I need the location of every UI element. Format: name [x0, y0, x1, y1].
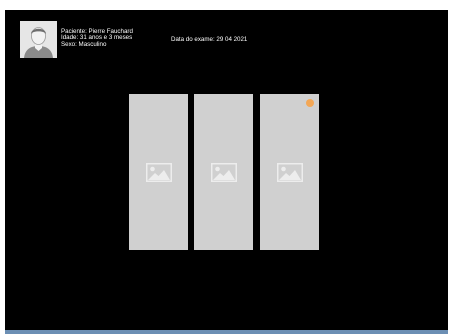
status-badge [306, 99, 314, 107]
image-placeholder-icon [277, 163, 303, 182]
image-thumbnail-2[interactable] [194, 94, 253, 250]
viewer-panel: Paciente: Pierre Fauchard Idade: 31 anos… [5, 10, 448, 332]
bottom-bar [5, 330, 448, 334]
image-thumbnail-3[interactable] [260, 94, 319, 250]
image-placeholder-icon [146, 163, 172, 182]
exam-date: Data do exame: 29 04 2021 [171, 36, 248, 43]
patient-sex: Sexo: Masculino [61, 40, 107, 48]
image-thumbnail-1[interactable] [129, 94, 188, 250]
patient-info: Paciente: Pierre Fauchard Idade: 31 anos… [61, 28, 133, 48]
patient-avatar-icon [20, 21, 57, 58]
image-placeholder-icon [211, 163, 237, 182]
